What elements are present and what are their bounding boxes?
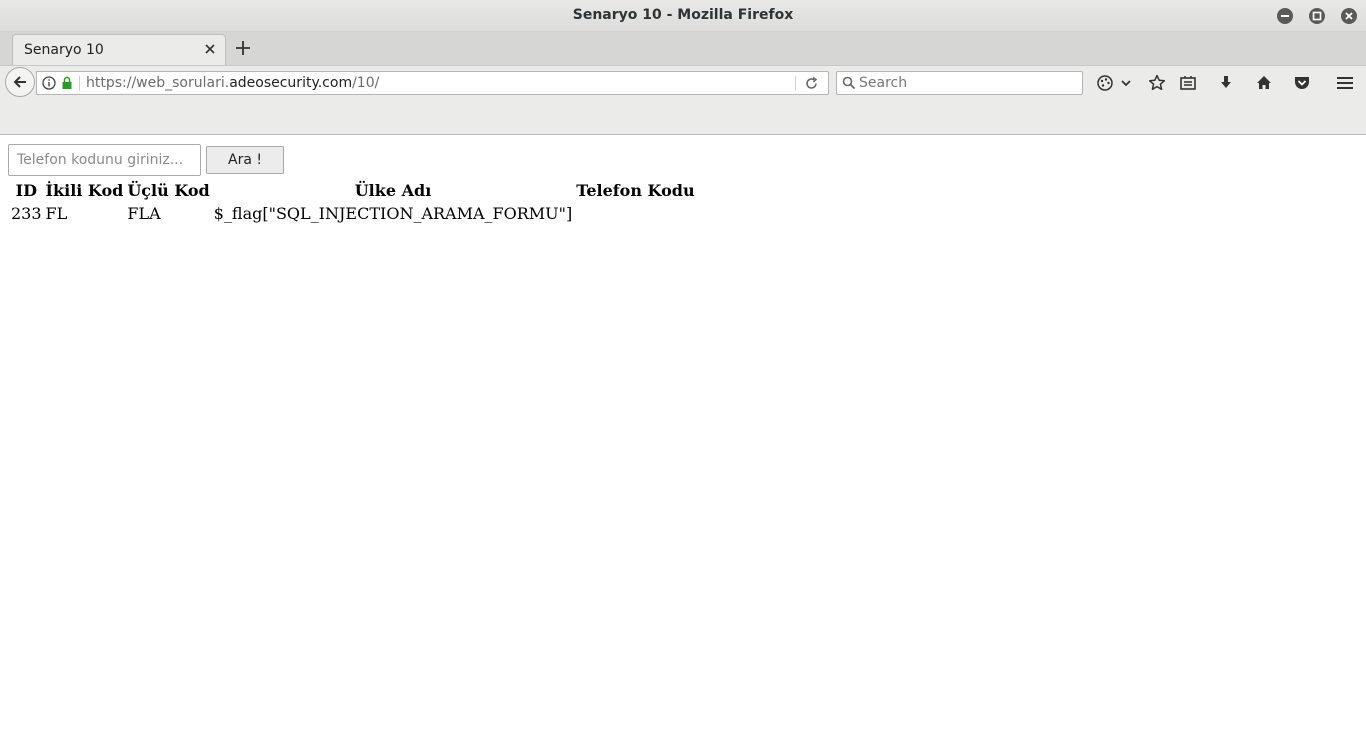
info-icon[interactable] bbox=[42, 76, 56, 90]
column-header-country-name: Ülke Adı bbox=[354, 181, 432, 200]
phone-code-input[interactable] bbox=[8, 144, 201, 176]
tab-strip: Senaryo 10 bbox=[0, 32, 1366, 65]
web-search-input[interactable] bbox=[859, 73, 1077, 93]
column-header-two-letter-code: İkili Kod bbox=[45, 181, 124, 200]
url-prefix: https://web_sorulari. bbox=[86, 75, 230, 91]
search-icon bbox=[842, 76, 856, 90]
url-domain: adeosecurity.com bbox=[229, 75, 353, 91]
pocket-icon bbox=[1295, 77, 1309, 89]
column-header-three-letter-code: Üçlü Kod bbox=[127, 181, 210, 200]
minimize-icon bbox=[1281, 15, 1289, 17]
cell-phone-code bbox=[575, 203, 695, 224]
bookmarks-toolbar bbox=[0, 99, 1366, 135]
sync-dropdown-button[interactable] bbox=[1119, 73, 1133, 93]
url-path: /10/ bbox=[352, 75, 380, 91]
close-window-button[interactable] bbox=[1341, 8, 1357, 24]
cell-id: 233 bbox=[11, 204, 42, 223]
download-icon bbox=[1221, 76, 1231, 88]
bookmark-button[interactable] bbox=[1147, 73, 1167, 93]
close-icon bbox=[1345, 12, 1353, 20]
sync-button[interactable] bbox=[1095, 73, 1115, 93]
home-icon bbox=[1257, 76, 1271, 89]
menu-button[interactable] bbox=[1335, 73, 1355, 93]
window-title: Senaryo 10 - Mozilla Firefox bbox=[572, 7, 794, 23]
bookmark-star-icon bbox=[1148, 74, 1166, 91]
tab-label: Senaryo 10 bbox=[24, 42, 104, 58]
minimize-button[interactable] bbox=[1277, 8, 1293, 24]
reading-list-button[interactable] bbox=[1178, 73, 1198, 93]
table-header-row: ID İkili Kod Üçlü Kod Ülke Adı Telefon K… bbox=[10, 180, 696, 201]
maximize-icon bbox=[1312, 11, 1322, 21]
column-header-id: ID bbox=[15, 181, 37, 200]
page-content: Ara ! ID İkili Kod Üçlü Kod Ülke Adı Tel… bbox=[0, 135, 1366, 741]
new-tab-icon[interactable] bbox=[234, 39, 252, 57]
cell-country-name: $_flag["SQL_INJECTION_ARAMA_FORMU"] bbox=[213, 204, 573, 223]
sync-icon bbox=[1097, 75, 1113, 91]
menu-icon bbox=[1337, 77, 1353, 89]
search-submit-button[interactable]: Ara ! bbox=[206, 146, 284, 174]
tab-close-icon[interactable] bbox=[204, 43, 216, 55]
home-button[interactable] bbox=[1254, 73, 1274, 93]
maximize-button[interactable] bbox=[1309, 8, 1325, 24]
lock-icon bbox=[62, 76, 72, 89]
search-bar[interactable] bbox=[836, 71, 1083, 95]
back-arrow-icon bbox=[13, 76, 26, 88]
cell-three-letter-code: FLA bbox=[127, 204, 161, 223]
url-text[interactable]: https://web_sorulari.adeosecurity.com/10… bbox=[86, 75, 379, 91]
back-button[interactable] bbox=[5, 67, 35, 97]
column-header-phone-code: Telefon Kodu bbox=[576, 181, 695, 200]
downloads-button[interactable] bbox=[1216, 73, 1236, 93]
tab-senaryo-10[interactable]: Senaryo 10 bbox=[12, 34, 226, 65]
dropdown-icon bbox=[1121, 80, 1131, 87]
table-row: 233 FL FLA $_flag["SQL_INJECTION_ARAMA_F… bbox=[10, 203, 696, 224]
navigation-toolbar: https://web_sorulari.adeosecurity.com/10… bbox=[0, 65, 1366, 99]
pocket-button[interactable] bbox=[1292, 73, 1312, 93]
window-titlebar: Senaryo 10 - Mozilla Firefox bbox=[0, 0, 1366, 32]
url-separator-right bbox=[795, 76, 796, 91]
url-separator bbox=[79, 76, 80, 91]
reload-icon[interactable] bbox=[804, 76, 819, 91]
cell-two-letter-code: FL bbox=[45, 204, 68, 223]
results-table: ID İkili Kod Üçlü Kod Ülke Adı Telefon K… bbox=[8, 178, 698, 226]
url-bar[interactable]: https://web_sorulari.adeosecurity.com/10… bbox=[36, 71, 829, 95]
reading-list-icon bbox=[1180, 76, 1196, 90]
